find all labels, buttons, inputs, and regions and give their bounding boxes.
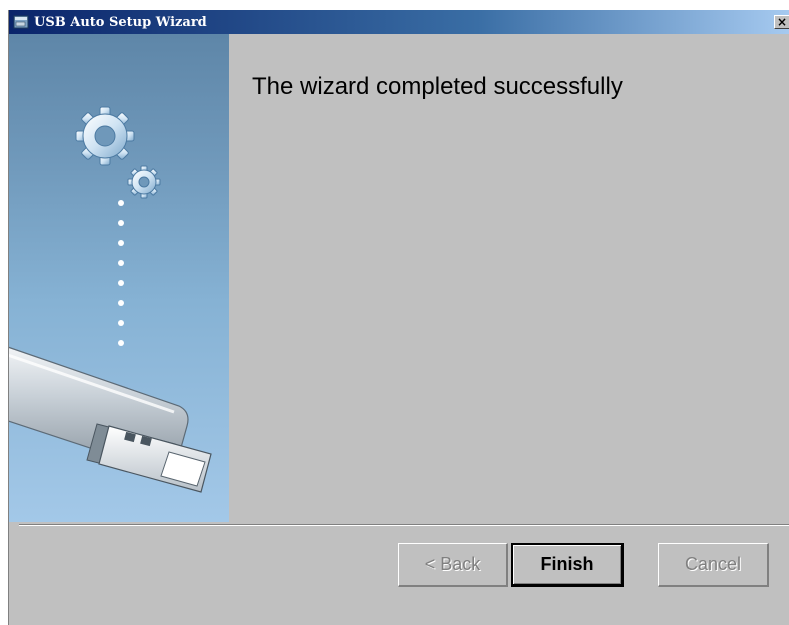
close-button[interactable]: × — [774, 15, 789, 29]
usb-wizard-app-icon — [13, 14, 29, 30]
gear-icon — [75, 106, 135, 166]
wizard-side-panel — [9, 34, 229, 522]
window-title: USB Auto Setup Wizard — [34, 14, 207, 30]
finish-button[interactable]: Finish — [511, 543, 624, 587]
gear-icon — [127, 165, 161, 199]
title-bar[interactable]: USB Auto Setup Wizard × — [9, 10, 789, 34]
wizard-window: USB Auto Setup Wizard × The wizard compl… — [8, 10, 789, 625]
close-icon: × — [776, 15, 788, 29]
usb-drive-icon — [9, 346, 212, 493]
progress-dots — [118, 200, 124, 346]
cancel-button[interactable]: Cancel — [658, 543, 769, 587]
completion-heading: The wizard completed successfully — [252, 73, 623, 100]
back-button[interactable]: < Back — [398, 543, 508, 587]
button-separator — [19, 524, 789, 526]
